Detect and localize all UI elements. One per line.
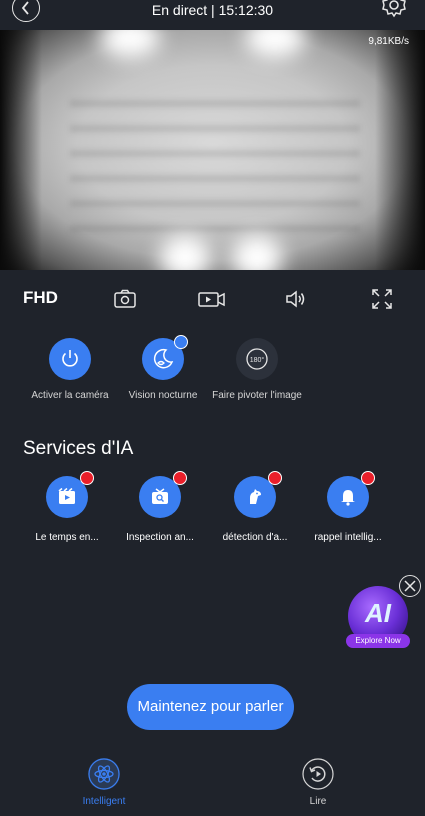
tab-playback-label: Lire [309, 796, 327, 807]
close-icon [404, 580, 416, 592]
ai-services-title: Services d'IA [23, 438, 134, 459]
inspection-label: Inspection an... [126, 532, 194, 543]
live-video-feed[interactable]: 9,81KB/s [0, 30, 425, 270]
fullscreen-icon [372, 289, 392, 309]
atom-icon [88, 758, 120, 790]
ai-service-timelapse[interactable]: Le temps en... [22, 471, 112, 543]
top-bar: En direct | 15:12:30 [0, 0, 425, 30]
bottom-tab-bar: Intelligent Lire [0, 752, 425, 816]
explore-now-button[interactable]: Explore Now [346, 634, 410, 648]
speaker-icon [286, 290, 305, 308]
settings-button[interactable] [381, 0, 407, 18]
replay-icon [302, 758, 334, 790]
night-mode-badge [174, 335, 188, 349]
rotate-180-icon: 180° [246, 348, 268, 370]
timelapse-button[interactable] [46, 471, 94, 518]
page-title: En direct | 15:12:30 [151, 2, 274, 18]
tab-playback[interactable]: Lire [278, 758, 358, 807]
rotate-image-button[interactable]: 180° [236, 338, 278, 380]
promo-close-button[interactable] [399, 575, 421, 597]
new-badge [361, 471, 375, 485]
ai-service-pet-detection[interactable]: détection d'a... [210, 471, 300, 543]
pet-detection-label: détection d'a... [222, 532, 288, 543]
ai-promo-widget[interactable]: AI Explore Now [346, 586, 410, 648]
tab-intelligent-label: Intelligent [82, 796, 126, 807]
rotate-image-label: Faire pivoter l'image [212, 390, 302, 401]
video-record-icon [198, 292, 225, 307]
push-to-talk-button[interactable]: Maintenez pour parler [127, 684, 294, 730]
rotate-180-icon-text: 180° [250, 356, 265, 364]
ai-promo-text: AI [365, 598, 391, 628]
audio-toggle-button[interactable] [283, 286, 309, 312]
timelapse-label: Le temps en... [35, 532, 99, 543]
ai-service-inspection[interactable]: Inspection an... [115, 471, 205, 543]
fullscreen-button[interactable] [369, 286, 395, 312]
quality-selector[interactable]: FHD [23, 288, 58, 308]
playback-controls: FHD [0, 282, 425, 316]
camera-icon [114, 289, 136, 308]
new-badge [80, 471, 94, 485]
rotate-image-action[interactable]: 180° Faire pivoter l'image [197, 338, 317, 401]
inspection-button[interactable] [139, 471, 187, 518]
snapshot-button[interactable] [112, 286, 138, 312]
bitrate-readout: 9,81KB/s [368, 36, 409, 47]
gear-icon [382, 0, 406, 18]
smart-reminder-label: rappel intellig... [314, 532, 382, 543]
timelapse-icon [58, 487, 75, 504]
power-icon [62, 350, 78, 367]
pet-detection-icon [250, 489, 261, 504]
tab-intelligent[interactable]: Intelligent [64, 758, 144, 807]
tab-playback-icon-wrap [302, 758, 334, 790]
inspection-icon [152, 488, 168, 504]
bell-icon [341, 490, 355, 506]
smart-reminder-button[interactable] [327, 471, 375, 518]
record-button[interactable] [197, 286, 227, 312]
quick-actions: Activer la caméra Vision nocturne 180° F… [0, 335, 425, 408]
night-vision-button[interactable] [142, 335, 188, 380]
pet-detection-button[interactable] [234, 471, 282, 518]
new-badge [173, 471, 187, 485]
new-badge [268, 471, 282, 485]
night-vision-icon [153, 348, 174, 369]
activate-camera-button[interactable] [49, 338, 91, 380]
ai-service-smart-reminder[interactable]: rappel intellig... [303, 471, 393, 543]
tab-intelligent-icon-wrap [88, 758, 120, 790]
ai-services-list: Le temps en... Inspection an... détectio… [0, 471, 425, 546]
